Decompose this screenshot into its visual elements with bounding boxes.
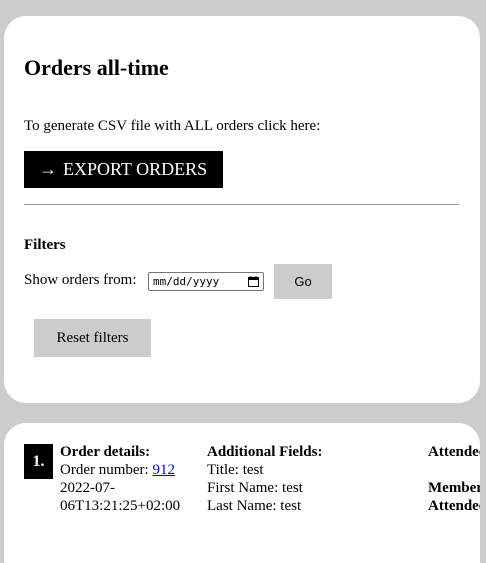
orders-all-time-card: Orders all-time To generate CSV file wit… [4,16,480,403]
attendee-label: Attendee [428,498,480,514]
order-details-column: Order details: Order number: 912 2022-07… [60,443,200,515]
order-timestamp-line2: 06T13:21:25+02:00 [60,498,181,514]
attendee-column: Attendee Member Attendee [428,443,480,515]
additional-fields-column: Additional Fields: Title: test First Nam… [207,443,417,515]
date-filter-input[interactable]: mm/dd/yyyy [148,272,264,291]
order-card: 1. Order details: Order number: 912 2022… [4,423,480,563]
date-placeholder: mm/dd/yyyy [153,275,220,288]
order-index-badge: 1. [24,444,53,479]
export-orders-button[interactable]: → EXPORT ORDERS [24,151,223,188]
field-first-name: First Name: test [207,480,303,496]
show-orders-from-label: Show orders from: [24,272,137,288]
reset-filters-button[interactable]: Reset filters [34,319,151,357]
additional-fields-heading: Additional Fields: [207,444,323,460]
order-timestamp-line1: 2022-07- [60,480,115,496]
field-title: Title: test [207,462,264,478]
order-details-heading: Order details: [60,444,151,460]
divider [24,204,459,205]
filters-heading: Filters [24,237,66,253]
order-number-label: Order number: [60,462,149,478]
attendee-heading: Attendee [428,444,480,460]
member-label: Member [428,480,480,496]
order-number-link[interactable]: 912 [152,462,175,478]
page-title: Orders all-time [24,55,169,80]
export-orders-label: EXPORT ORDERS [63,159,208,179]
calendar-icon[interactable] [248,276,259,287]
export-intro-text: To generate CSV file with ALL orders cli… [24,118,321,134]
order-number-line: Order number: 912 [60,461,200,479]
arrow-right-icon: → [39,159,57,179]
go-button[interactable]: Go [274,264,332,299]
field-last-name: Last Name: test [207,498,302,514]
